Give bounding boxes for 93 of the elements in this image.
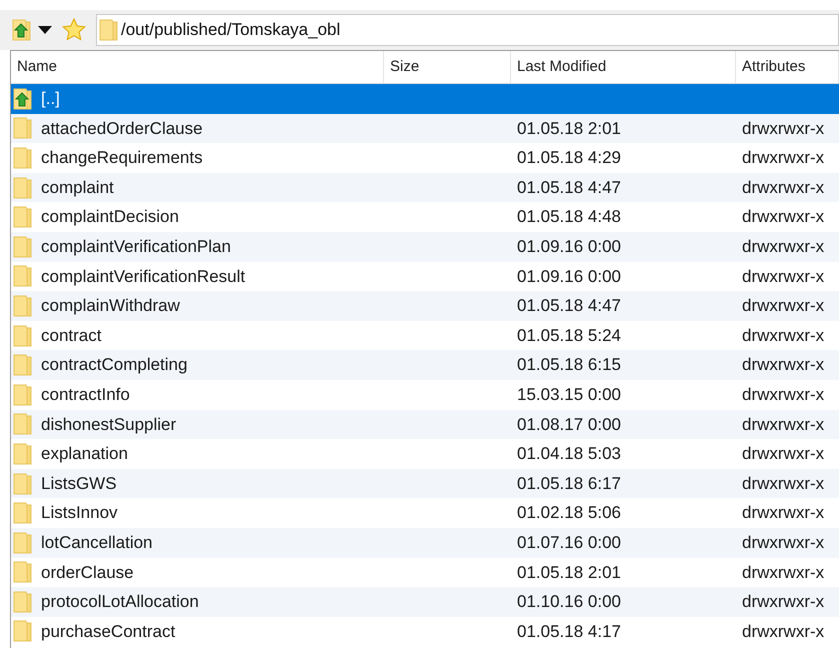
modified-date: 01.05.18 2:01 — [517, 118, 621, 138]
modified-date: 01.05.18 6:17 — [517, 474, 621, 493]
path-field[interactable]: /out/published/Tomskaya_obl — [96, 14, 839, 46]
modified-date: 01.09.16 0:00 — [517, 237, 621, 256]
column-header[interactable]: Size — [384, 51, 511, 83]
star-icon[interactable] — [62, 18, 86, 42]
modified-date: 01.05.18 4:47 — [517, 178, 621, 197]
file-name: complaintDecision — [41, 206, 179, 228]
folder-icon — [13, 532, 33, 554]
modified-date: 01.05.18 6:15 — [517, 355, 621, 374]
modified-date: 01.05.18 4:29 — [517, 148, 621, 168]
attributes: drwxrwxr-x — [742, 562, 824, 582]
file-name: changeRequirements — [41, 147, 203, 170]
attributes: drwxrwxr-x — [742, 414, 824, 434]
modified-date: 01.07.16 0:00 — [517, 532, 621, 552]
folder-icon — [13, 294, 33, 317]
folder-icon — [13, 324, 33, 347]
file-name: lotCancellation — [41, 532, 153, 554]
attributes: drwxrwxr-x — [742, 622, 824, 641]
file-row[interactable]: complainWithdraw 01.05.18 4:47 drwxrwxr-x — [11, 291, 839, 321]
file-name: contract — [41, 324, 102, 347]
attributes: drwxrwxr-x — [742, 532, 824, 552]
file-name: attachedOrderClause — [41, 118, 203, 140]
column-header[interactable]: Last Modified — [511, 51, 736, 83]
file-name: contractCompleting — [41, 354, 188, 376]
attributes: drwxrwxr-x — [742, 148, 824, 168]
attributes: drwxrwxr-x — [742, 474, 824, 493]
folder-icon — [13, 620, 33, 642]
dropdown-caret-icon[interactable] — [38, 26, 52, 34]
modified-date: 01.05.18 4:17 — [517, 622, 621, 641]
attributes: drwxrwxr-x — [742, 503, 824, 522]
file-name: [..] — [41, 88, 60, 110]
attributes: drwxrwxr-x — [742, 326, 824, 345]
attributes: drwxrwxr-x — [742, 296, 824, 316]
parent-folder-icon — [13, 88, 33, 110]
file-row[interactable]: complaint 01.05.18 4:47 drwxrwxr-x — [11, 172, 839, 202]
folder-icon — [13, 590, 33, 613]
modified-date: 01.10.16 0:00 — [517, 592, 621, 612]
file-row[interactable]: complaintVerificationPlan 01.09.16 0:00 drwxrwxr-x — [11, 232, 839, 262]
column-header[interactable]: Name — [11, 51, 384, 83]
folder-icon — [13, 561, 33, 584]
attributes: drwxrwxr-x — [742, 355, 824, 374]
attributes: drwxrwxr-x — [742, 118, 824, 138]
modified-date: 01.05.18 5:24 — [517, 326, 621, 345]
file-row[interactable]: protocolLotAllocation 01.10.16 0:00 drwxrwxr-x — [11, 587, 839, 617]
file-row[interactable]: dishonestSupplier 01.08.17 0:00 drwxrwxr-x — [11, 410, 839, 440]
file-name: contractInfo — [41, 384, 130, 406]
folder-icon — [13, 236, 33, 258]
file-name: explanation — [41, 443, 128, 466]
folder-icon — [13, 206, 33, 228]
attributes: drwxrwxr-x — [742, 444, 824, 464]
file-row[interactable]: contractCompleting 01.05.18 6:15 drwxrwxr-x — [11, 350, 839, 380]
folder-icon — [99, 19, 119, 41]
attributes: drwxrwxr-x — [742, 266, 824, 286]
file-name: dishonestSupplier — [41, 414, 176, 436]
file-name: complainWithdraw — [41, 295, 180, 318]
file-row[interactable]: [..] — [11, 84, 839, 114]
file-name: purchaseContract — [41, 620, 176, 643]
folder-icon — [13, 117, 33, 140]
attributes: drwxrwxr-x — [742, 207, 824, 226]
parent-folder-icon — [12, 19, 32, 41]
modified-date: 01.04.18 5:03 — [517, 444, 621, 464]
file-name: ListsInnov — [41, 502, 118, 524]
folder-icon — [13, 442, 33, 465]
modified-date: 01.05.18 4:47 — [517, 296, 621, 316]
folder-icon — [13, 354, 33, 376]
folder-icon — [13, 413, 33, 436]
file-row[interactable]: attachedOrderClause 01.05.18 2:01 drwxrwxr-x — [11, 114, 839, 144]
file-name: complaint — [41, 176, 114, 199]
folder-icon — [13, 146, 33, 169]
column-header[interactable]: Attributes — [736, 51, 839, 83]
attributes: drwxrwxr-x — [742, 384, 824, 404]
folder-icon — [13, 265, 33, 288]
modified-date: 01.09.16 0:00 — [517, 266, 621, 286]
file-name: protocolLotAllocation — [41, 591, 199, 614]
attributes: drwxrwxr-x — [742, 178, 824, 197]
modified-date: 01.05.18 2:01 — [517, 562, 621, 582]
file-name: complaintVerificationPlan — [41, 236, 231, 258]
modified-date: 15.03.15 0:00 — [517, 384, 621, 404]
folder-icon — [13, 472, 33, 495]
file-row[interactable]: ListsGWS 01.05.18 6:17 drwxrwxr-x — [11, 468, 839, 498]
modified-date: 01.02.18 5:06 — [517, 503, 621, 522]
attributes: drwxrwxr-x — [742, 237, 824, 256]
file-name: complaintVerificationResult — [41, 266, 246, 288]
modified-date: 01.05.18 4:48 — [517, 207, 621, 226]
file-name: ListsGWS — [41, 472, 117, 495]
file-name: orderClause — [41, 562, 134, 584]
folder-icon — [13, 502, 33, 524]
file-row[interactable]: lotCancellation 01.07.16 0:00 drwxrwxr-x — [11, 528, 839, 558]
modified-date: 01.08.17 0:00 — [517, 414, 621, 434]
folder-icon — [13, 384, 33, 406]
folder-icon — [13, 176, 33, 199]
attributes: drwxrwxr-x — [742, 592, 824, 612]
